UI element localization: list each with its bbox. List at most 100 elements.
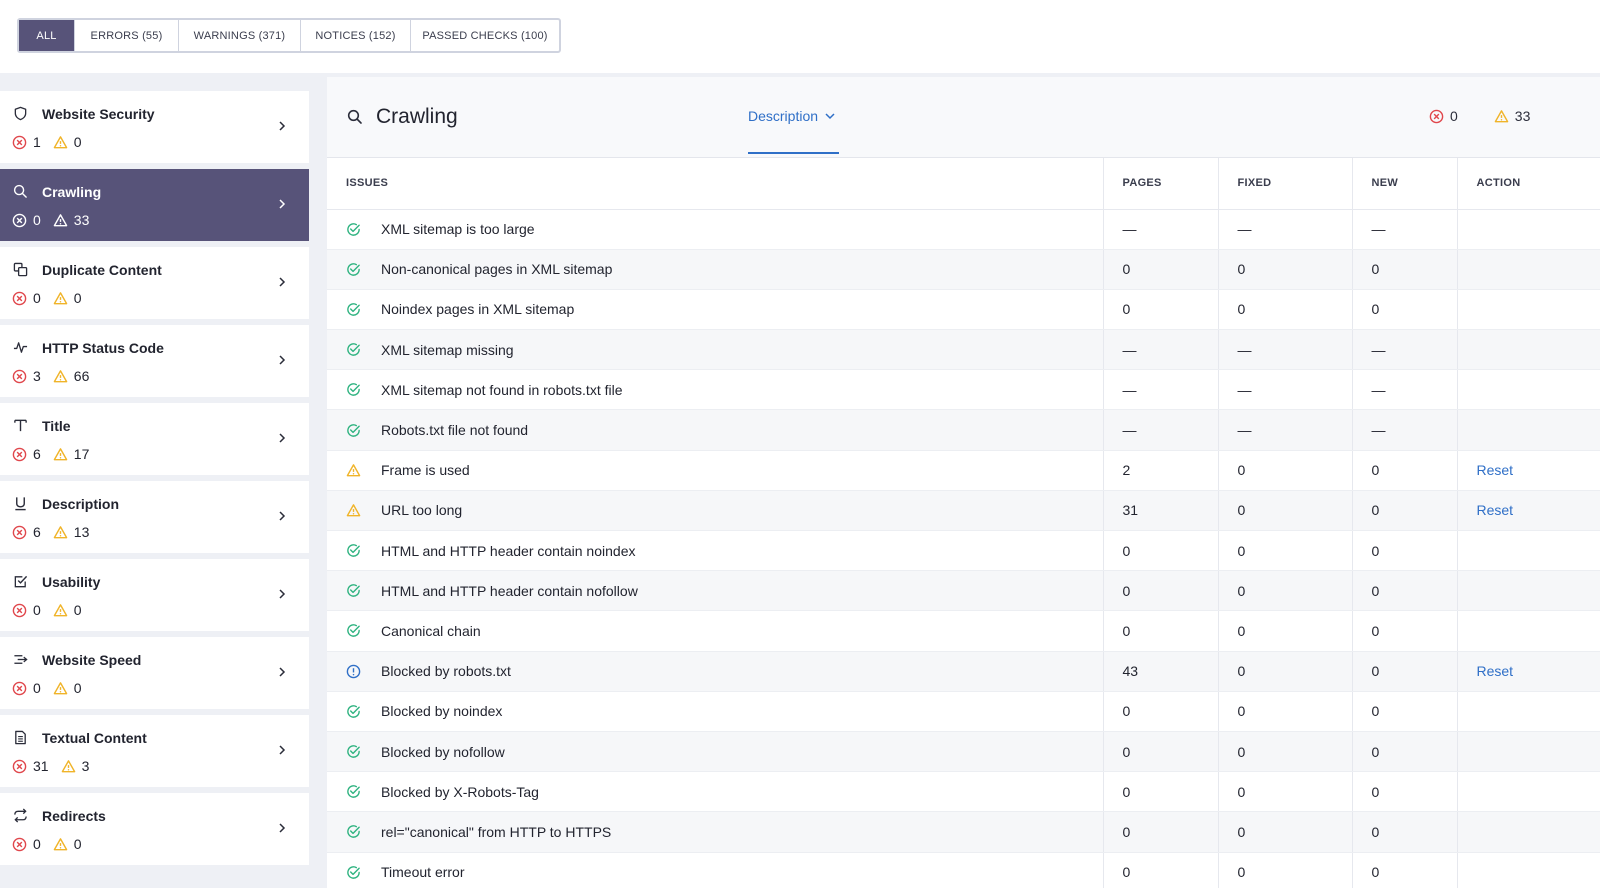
pages-cell: 0 [1103, 731, 1219, 773]
warning-count: 66 [53, 368, 89, 384]
panel-counts: 0 33 [1429, 108, 1530, 124]
sidebar-item-counts: 00 [12, 836, 94, 852]
chevron-right-icon [276, 821, 288, 835]
new-cell: 0 [1352, 731, 1458, 773]
chevron-right-icon [276, 743, 288, 757]
filter-all[interactable]: ALL [19, 20, 75, 51]
new-cell: 0 [1352, 852, 1458, 888]
sidebar-item-http-status-code[interactable]: HTTP Status Code 3 66 [0, 325, 309, 397]
sidebar-item-textual-content[interactable]: Textual Content 31 3 [0, 715, 309, 787]
passed-status-icon [346, 583, 381, 598]
reset-link[interactable]: Reset [1477, 663, 1514, 679]
fixed-cell: 0 [1218, 490, 1353, 532]
sidebar-item-title[interactable]: Title 6 17 [0, 403, 309, 475]
pages-cell: — [1103, 329, 1219, 371]
pages-cell: 0 [1103, 570, 1219, 612]
title-icon [12, 417, 28, 433]
fixed-cell: 0 [1218, 450, 1353, 491]
issue-cell: Frame is used [327, 450, 1104, 491]
new-cell: — [1352, 369, 1458, 411]
table-row: rel="canonical" from HTTP to HTTPS 0 0 0 [327, 811, 1600, 853]
issue-name: XML sitemap is too large [381, 221, 535, 238]
filter-warnings[interactable]: WARNINGS (371) [179, 20, 301, 51]
warning-count: 0 [53, 602, 82, 618]
reset-link[interactable]: Reset [1477, 502, 1514, 518]
description-dropdown[interactable]: Description [748, 108, 835, 124]
pages-cell: 0 [1103, 530, 1219, 572]
error-icon [12, 603, 33, 618]
action-cell: Reset [1457, 450, 1600, 491]
checkbox-icon [12, 573, 28, 589]
error-icon [12, 135, 33, 150]
table-row: Blocked by robots.txt 43 0 0 Reset [327, 651, 1600, 692]
action-cell [1457, 209, 1600, 250]
table-row: HTML and HTTP header contain noindex 0 0 0 [327, 530, 1600, 572]
fixed-cell: 0 [1218, 570, 1353, 612]
chevron-right-icon [276, 119, 288, 133]
issue-cell: Blocked by nofollow [327, 731, 1104, 773]
reset-link[interactable]: Reset [1477, 462, 1514, 478]
table-row: Timeout error 0 0 0 [327, 852, 1600, 888]
error-icon [12, 291, 33, 306]
issue-cell: HTML and HTTP header contain nofollow [327, 570, 1104, 612]
sidebar-item-redirects[interactable]: Redirects 0 0 [0, 793, 309, 865]
pulse-icon [12, 339, 28, 355]
panel-error-count: 0 [1429, 108, 1458, 124]
warning-count: 0 [53, 134, 82, 150]
new-cell: 0 [1352, 691, 1458, 732]
redirect-icon [12, 807, 28, 823]
sidebar-item-website-speed[interactable]: Website Speed 0 0 [0, 637, 309, 709]
table-row: XML sitemap not found in robots.txt file… [327, 369, 1600, 411]
pages-cell: 0 [1103, 289, 1219, 331]
issue-cell: Timeout error [327, 852, 1104, 888]
action-cell [1457, 610, 1600, 652]
issue-name: rel="canonical" from HTTP to HTTPS [381, 823, 612, 840]
chevron-right-icon [276, 431, 288, 445]
issue-name: Blocked by X-Robots-Tag [381, 783, 539, 800]
passed-status-icon [346, 784, 381, 799]
fixed-cell: 0 [1218, 651, 1353, 692]
sidebar-item-label: Duplicate Content [42, 262, 162, 278]
sidebar-item-label: Redirects [42, 808, 106, 824]
error-icon [12, 837, 33, 852]
filter-notices[interactable]: NOTICES (152) [301, 20, 411, 51]
filter-errors[interactable]: ERRORS (55) [75, 20, 179, 51]
warning-count: 0 [53, 836, 82, 852]
pages-cell: 43 [1103, 651, 1219, 692]
warning-icon [53, 213, 74, 228]
fixed-cell: 0 [1218, 771, 1353, 813]
sidebar-item-website-security[interactable]: Website Security 1 0 [0, 91, 309, 163]
sidebar-item-crawling[interactable]: Crawling 0 33 [0, 169, 309, 241]
pages-cell: — [1103, 369, 1219, 411]
new-cell: 0 [1352, 289, 1458, 331]
issue-cell: Robots.txt file not found [327, 409, 1104, 451]
warning-status-icon [346, 503, 381, 518]
sidebar-item-usability[interactable]: Usability 0 0 [0, 559, 309, 631]
issue-name: Blocked by noindex [381, 703, 503, 720]
issues-panel: Crawling Description 0 33 ISSUES PAGES F… [327, 77, 1600, 888]
error-icon [12, 525, 33, 540]
sidebar-item-description[interactable]: Description 6 13 [0, 481, 309, 553]
fixed-cell: — [1218, 409, 1353, 451]
table-row: URL too long 31 0 0 Reset [327, 490, 1600, 532]
sidebar-item-label: HTTP Status Code [42, 340, 164, 356]
table-header-row: ISSUES PAGES FIXED NEW ACTION [327, 158, 1600, 210]
issues-table: ISSUES PAGES FIXED NEW ACTION XML sitema… [327, 158, 1600, 888]
issue-cell: XML sitemap missing [327, 329, 1104, 371]
action-cell [1457, 249, 1600, 290]
sidebar-item-counts: 10 [12, 134, 94, 150]
filter-passed-checks[interactable]: PASSED CHECKS (100) [411, 20, 559, 51]
sidebar-item-counts: 0 33 [12, 212, 101, 228]
sidebar-item-counts: 31 3 [12, 758, 101, 774]
sidebar-item-counts: 6 13 [12, 524, 101, 540]
sidebar-item-counts: 00 [12, 680, 94, 696]
new-cell: 0 [1352, 811, 1458, 853]
passed-status-icon [346, 744, 381, 759]
fixed-cell: 0 [1218, 530, 1353, 572]
duplicate-icon [12, 261, 28, 277]
new-cell: 0 [1352, 490, 1458, 532]
passed-status-icon [346, 704, 381, 719]
sidebar-item-duplicate-content[interactable]: Duplicate Content 0 0 [0, 247, 309, 319]
category-sidebar: Website Security 1 0 Crawling 0 33 Duplicate C… [0, 91, 309, 871]
table-row: Noindex pages in XML sitemap 0 0 0 [327, 289, 1600, 331]
